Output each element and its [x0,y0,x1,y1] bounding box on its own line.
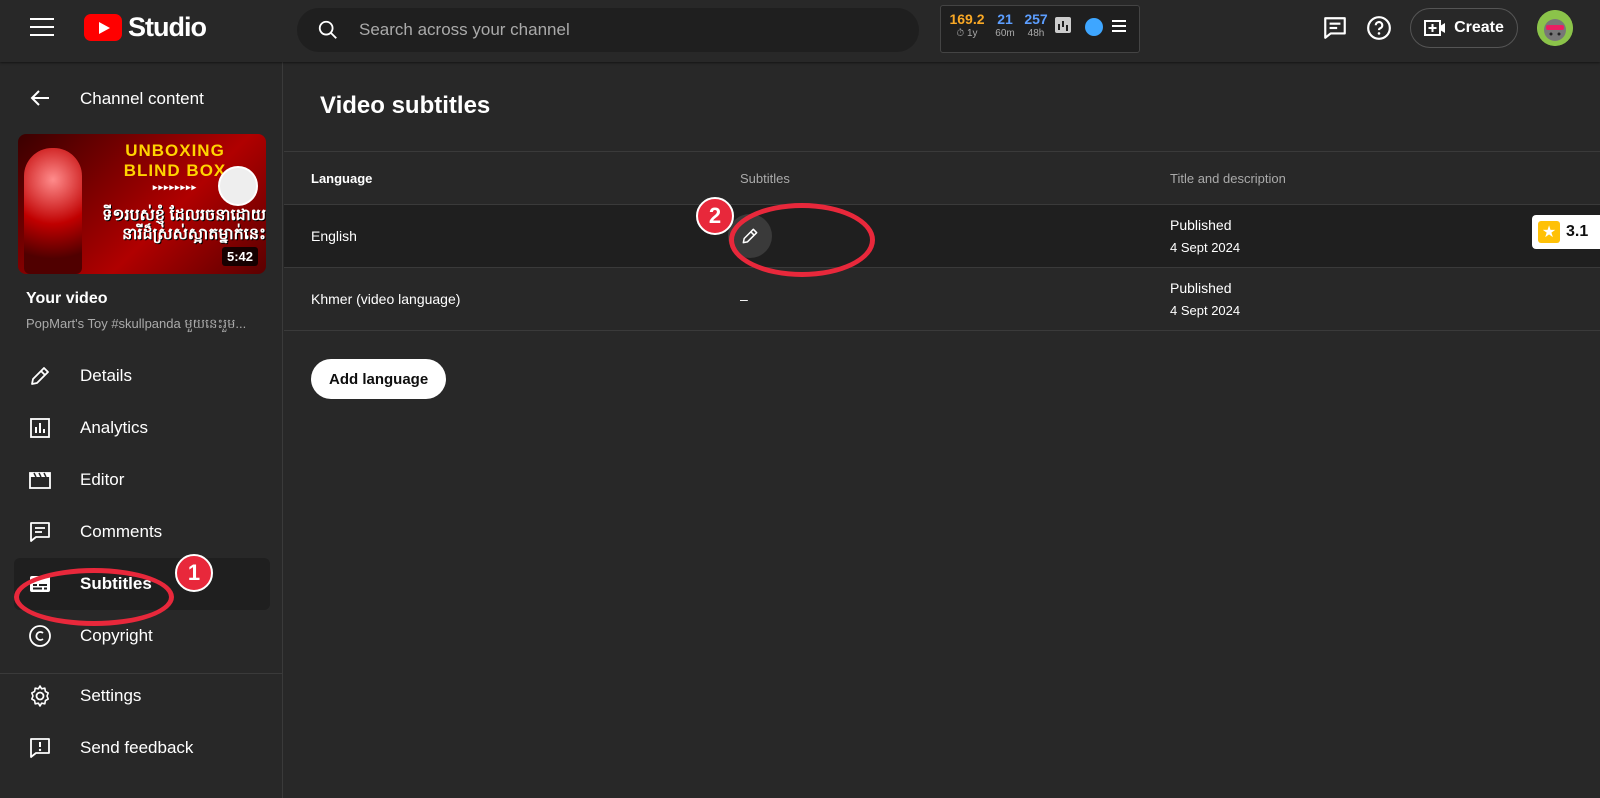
youtube-logo-icon [84,14,122,41]
gear-icon [31,685,49,707]
thumbnail-khmer-line1: ទី១របស់ខ្ញុំ ដែលរចនាដោយ [102,207,266,224]
video-thumbnail[interactable]: UNBOXING BLIND BOX ▸▸▸▸▸▸▸▸ ទី១របស់ខ្ញុំ… [18,134,266,274]
row-date: 4 Sept 2024 [1170,240,1241,255]
stat-value: 169.2 [949,11,985,27]
copyright-icon [29,625,51,647]
create-button[interactable]: Create [1410,8,1518,48]
studio-logo[interactable]: Studio [84,12,207,43]
thumbnail-figure [24,148,82,274]
thumbnail-khmer-line2: នារីដ៏ស្រស់ស្អាតម្នាក់នេះ [122,226,266,244]
back-arrow-icon[interactable] [28,86,52,110]
create-label: Create [1454,19,1504,36]
sidebar-item-label: Details [80,366,132,385]
annotation-badge-1: 1 [175,554,213,592]
rating-value: 3.1 [1566,223,1589,240]
row-status: Published [1170,217,1232,233]
sidebar-item-label: Comments [80,522,163,541]
row-subtitles: – [740,291,748,307]
row-language: Khmer (video language) [311,291,461,307]
sidebar-item-label: Copyright [80,626,153,645]
sidebar-item-comments[interactable]: Comments [14,506,270,558]
page-title: Video subtitles [320,92,491,119]
top-bar: Studio 169.2 ⏱ 1y 21 60m 257 48h Create [0,0,1600,62]
sidebar-item-settings[interactable]: Settings [14,670,270,722]
thumbnail-khmer-text: ទី១របស់ខ្ញុំ ដែលរចនាដោយ នារីដ៏ស្រស់ស្អាត… [82,206,266,244]
row-language: English [311,228,357,244]
pencil-icon [742,228,758,244]
search-bar [297,8,919,52]
extension-logo-icon[interactable] [1085,18,1103,36]
table-row[interactable]: English Published 4 Sept 2024 [284,205,1600,267]
main-content: Video subtitles Language Subtitles Title… [284,62,1600,798]
row-date: 4 Sept 2024 [1170,303,1241,318]
sidebar-item-label: Analytics [80,418,149,437]
subtitles-icon [30,576,50,592]
add-language-button[interactable]: Add language [311,359,447,399]
extension-menu-icon[interactable] [1112,20,1126,35]
creator-feedback-icon[interactable] [1322,15,1348,41]
header-divider [284,151,1600,152]
stat-lifetime: 169.2 ⏱ 1y [947,12,987,39]
sidebar-item-label: Subtitles [80,574,152,593]
annotation-badge-2: 2 [696,197,734,235]
comment-icon [30,522,50,542]
video-duration: 5:42 [221,247,258,266]
row-status: Published [1170,280,1232,296]
star-icon: ★ [1538,221,1560,243]
analytics-icon [30,418,50,438]
sidebar-item-editor[interactable]: Editor [14,454,270,506]
search-icon[interactable] [317,19,339,41]
thumbnail-avatar [218,166,258,206]
sidebar: Channel content UNBOXING BLIND BOX ▸▸▸▸▸… [0,62,283,798]
sidebar-item-copyright[interactable]: Copyright [14,610,270,662]
your-video-label: Your video [26,290,108,307]
avatar[interactable] [1537,10,1573,46]
sidebar-item-label: Send feedback [80,738,194,757]
sidebar-item-subtitles[interactable]: Subtitles [14,558,270,610]
stat-label: 60m [995,28,1015,39]
feedback-icon [30,738,50,758]
stat-label: ⏱ 1y [956,28,978,39]
table-row[interactable]: Khmer (video language) – Published 4 Sep… [284,268,1600,330]
rating-badge[interactable]: ★ 3.1 [1532,215,1600,249]
stat-value: 257 [1024,11,1048,27]
clapperboard-icon [29,472,51,489]
search-input[interactable] [359,8,899,52]
stat-label: 48h [1027,28,1045,39]
sidebar-item-details[interactable]: Details [14,350,270,402]
column-header-subtitles: Subtitles [740,171,790,186]
thumbnail-title-line1: UNBOXING [125,141,225,160]
stat-48h: 257 48h [1021,12,1051,39]
stat-60m: 21 60m [991,12,1019,39]
stat-value: 21 [997,11,1013,27]
video-name: PopMart's Toy #skullpanda មួយនេះរួម... [26,316,247,331]
help-icon[interactable] [1366,15,1392,41]
menu-icon[interactable] [30,18,54,38]
avatar-image [1537,10,1573,46]
sidebar-item-analytics[interactable]: Analytics [14,402,270,454]
extension-widget[interactable]: 169.2 ⏱ 1y 21 60m 257 48h [940,5,1140,53]
logo-text: Studio [128,12,207,42]
sidebar-item-label: Editor [80,470,125,489]
sidebar-item-label: Settings [80,686,142,705]
channel-content-link[interactable]: Channel content [80,89,204,109]
sidebar-item-send-feedback[interactable]: Send feedback [14,722,270,774]
pencil-icon [31,367,49,385]
bar-chart-icon[interactable] [1055,17,1071,33]
row-divider [284,330,1600,331]
column-header-language: Language [311,171,373,186]
column-header-title-description: Title and description [1170,171,1286,186]
edit-subtitles-button[interactable] [728,214,772,258]
create-video-icon [1424,20,1446,36]
